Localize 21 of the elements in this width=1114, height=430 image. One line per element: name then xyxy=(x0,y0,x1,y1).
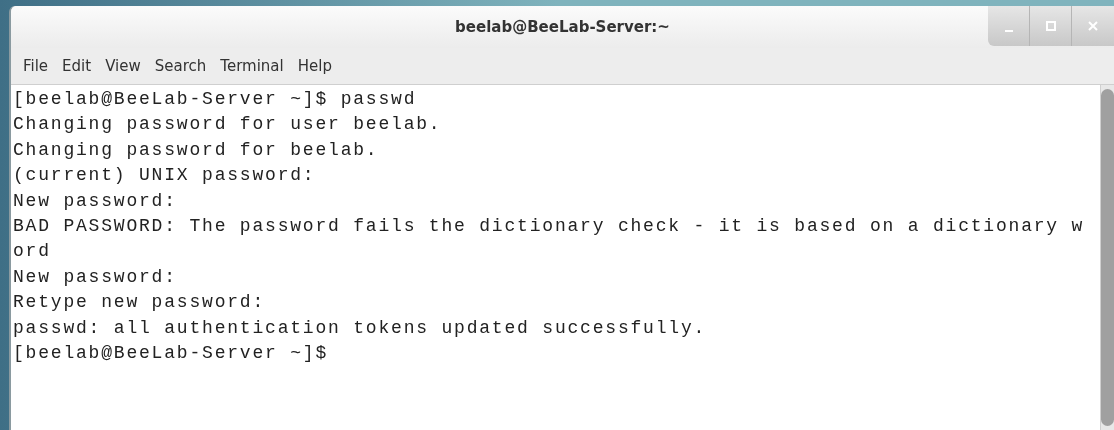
window-title: beelab@BeeLab-Server:~ xyxy=(455,16,670,38)
terminal-line: Changing password for user beelab. xyxy=(13,113,442,137)
terminal-line: BAD PASSWORD: The password fails the dictionary check - it is based on a dictionary w xyxy=(13,215,1085,239)
menu-item[interactable]: View xyxy=(105,54,141,78)
minimize-icon xyxy=(1004,30,1013,32)
terminal-line: (current) UNIX password: xyxy=(13,164,316,188)
terminal-line: [beelab@BeeLab-Server ~]$ passwd xyxy=(13,88,417,111)
menu-item[interactable]: File xyxy=(23,54,49,78)
menu-item[interactable]: Edit xyxy=(62,54,92,78)
terminal-line: New password: xyxy=(13,189,177,213)
terminal-line: ord xyxy=(13,240,51,264)
menu-item[interactable]: Help xyxy=(297,54,332,78)
terminal-line: Retype new password: xyxy=(13,291,266,315)
terminal-line: passwd: all authentication tokens updated successfully. xyxy=(13,316,707,340)
terminal-line: New password: xyxy=(13,265,177,289)
menu-item[interactable]: Search xyxy=(154,54,207,78)
maximize-icon xyxy=(1044,20,1057,32)
menu-item[interactable]: Terminal xyxy=(220,54,284,78)
close-icon xyxy=(1087,20,1099,32)
terminal-line: Changing password for beelab. xyxy=(13,138,379,162)
terminal-line: [beelab@BeeLab-Server ~]$ xyxy=(13,342,329,366)
